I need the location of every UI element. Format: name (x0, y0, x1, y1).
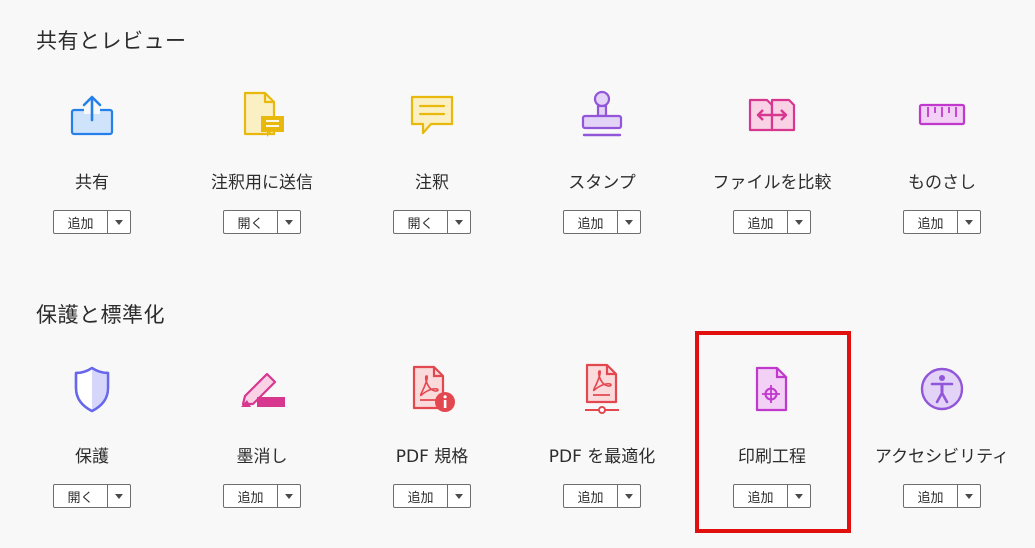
tool-protect[interactable]: 保護 開く (7, 364, 177, 508)
chevron-down-icon[interactable] (617, 211, 640, 233)
tool-split-button: 開く (223, 210, 301, 234)
tool-label: PDF を最適化 (548, 447, 656, 467)
tool-split-button: 追加 (393, 484, 471, 508)
tool-label: 墨消し (236, 447, 288, 467)
shield-icon[interactable] (67, 364, 117, 414)
tool-split-button: 追加 (563, 484, 641, 508)
add-button[interactable]: 追加 (904, 485, 957, 507)
chevron-down-icon[interactable] (277, 211, 300, 233)
chevron-down-icon[interactable] (107, 211, 130, 233)
tool-label: PDF 規格 (395, 447, 469, 467)
ruler-icon[interactable] (917, 90, 967, 140)
chevron-down-icon[interactable] (277, 485, 300, 507)
chevron-down-icon[interactable] (617, 485, 640, 507)
tool-split-button: 開く (53, 484, 131, 508)
section-title-protect-standardize: 保護と標準化 (36, 303, 165, 327)
tool-redact[interactable]: 墨消し 追加 (177, 364, 347, 508)
add-button[interactable]: 追加 (394, 485, 447, 507)
open-button[interactable]: 開く (224, 211, 277, 233)
add-button[interactable]: 追加 (904, 211, 957, 233)
chevron-down-icon[interactable] (957, 211, 980, 233)
highlight-box (695, 331, 851, 533)
add-button[interactable]: 追加 (224, 485, 277, 507)
tool-label: 共有 (75, 173, 109, 193)
tool-split-button: 追加 (903, 210, 981, 234)
tool-label: アクセシビリティ (874, 447, 1010, 467)
tool-share[interactable]: 共有 追加 (7, 90, 177, 234)
tool-label: 注釈用に送信 (211, 173, 313, 193)
section-title-share-review: 共有とレビュー (36, 29, 187, 53)
tool-comment[interactable]: 注釈 開く (347, 90, 517, 234)
tool-split-button: 追加 (53, 210, 131, 234)
tool-ruler[interactable]: ものさし 追加 (857, 90, 1027, 234)
redact-icon[interactable] (237, 364, 287, 414)
tool-optimize-pdf[interactable]: PDF を最適化 追加 (517, 363, 687, 508)
pdf-standards-icon[interactable] (407, 364, 457, 414)
tool-split-button: 開く (393, 210, 471, 234)
chevron-down-icon[interactable] (447, 211, 470, 233)
add-button[interactable]: 追加 (564, 485, 617, 507)
chevron-down-icon[interactable] (957, 485, 980, 507)
tool-split-button: 追加 (223, 484, 301, 508)
open-button[interactable]: 開く (54, 485, 107, 507)
optimize-pdf-icon[interactable] (577, 363, 627, 414)
open-button[interactable]: 開く (394, 211, 447, 233)
tool-label: ファイルを比較 (712, 173, 832, 193)
tool-label: スタンプ (568, 173, 636, 193)
chevron-down-icon[interactable] (107, 485, 130, 507)
tool-label: 保護 (75, 447, 109, 467)
chevron-down-icon[interactable] (447, 485, 470, 507)
tool-compare-files[interactable]: ファイルを比較 追加 (687, 90, 857, 234)
tool-label: 注釈 (415, 173, 449, 193)
tool-split-button: 追加 (563, 210, 641, 234)
add-button[interactable]: 追加 (564, 211, 617, 233)
tool-send-for-comments[interactable]: 注釈用に送信 開く (177, 90, 347, 234)
compare-files-icon[interactable] (747, 90, 797, 140)
share-icon[interactable] (67, 90, 117, 140)
tool-stamp[interactable]: スタンプ 追加 (517, 90, 687, 234)
tool-accessibility[interactable]: アクセシビリティ 追加 (857, 364, 1027, 508)
tool-pdf-standards[interactable]: PDF 規格 追加 (347, 364, 517, 508)
tool-label: ものさし (908, 173, 976, 193)
comment-icon[interactable] (407, 90, 457, 140)
tool-split-button: 追加 (733, 210, 811, 234)
chevron-down-icon[interactable] (787, 211, 810, 233)
add-button[interactable]: 追加 (734, 211, 787, 233)
tool-split-button: 追加 (903, 484, 981, 508)
stamp-icon[interactable] (577, 90, 627, 140)
add-button[interactable]: 追加 (54, 211, 107, 233)
send-for-comments-icon[interactable] (237, 90, 287, 140)
accessibility-icon[interactable] (917, 364, 967, 414)
